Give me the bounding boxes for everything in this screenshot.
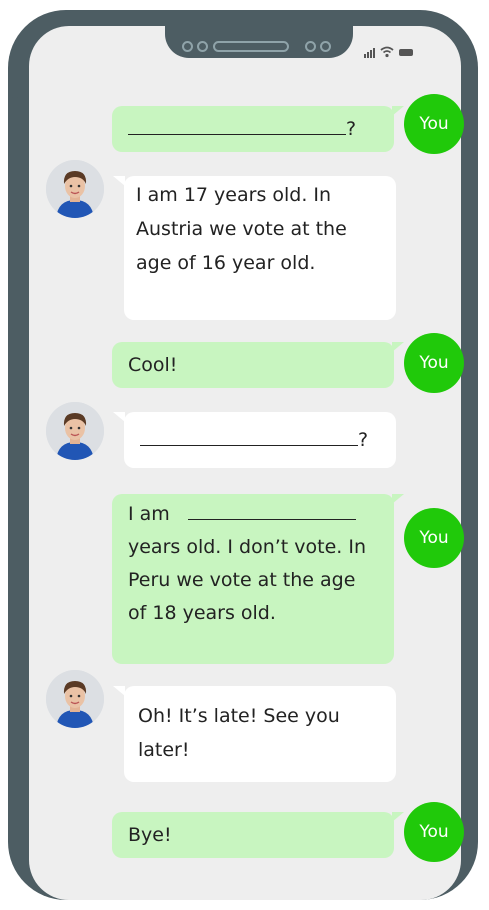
status-bar xyxy=(364,44,413,58)
sent-message: ? xyxy=(112,106,394,152)
message-text: I am 17 years old. In Austria we vote at… xyxy=(136,184,347,274)
camera-icon xyxy=(182,41,193,52)
you-avatar: You xyxy=(404,802,464,862)
you-avatar: You xyxy=(404,333,464,393)
phone-notch xyxy=(165,18,353,58)
phone-side-button xyxy=(12,170,18,240)
sensor-icon xyxy=(320,41,331,52)
message-start: I am xyxy=(128,503,170,525)
speaker-grille xyxy=(213,41,289,52)
you-avatar: You xyxy=(404,94,464,154)
sent-message: Bye! xyxy=(112,812,394,858)
sent-message: Cool! xyxy=(112,342,394,388)
phone-side-button xyxy=(12,260,18,330)
phone-side-button xyxy=(12,96,18,132)
camera-icon xyxy=(197,41,208,52)
received-message: I am 17 years old. In Austria we vote at… xyxy=(124,176,396,320)
signal-icon xyxy=(364,46,375,58)
received-message: ? xyxy=(124,412,396,468)
message-text: Bye! xyxy=(128,824,172,846)
you-label: You xyxy=(419,822,449,842)
you-label: You xyxy=(419,353,449,373)
message-text: Oh! It’s late! See you later! xyxy=(138,705,340,761)
avatar xyxy=(46,160,104,218)
you-label: You xyxy=(419,528,449,548)
sent-message: I am years old. I don’t vote. In Peru we… xyxy=(112,494,394,664)
boy-avatar-icon xyxy=(46,670,104,728)
boy-avatar-icon xyxy=(46,402,104,460)
message-text: Cool! xyxy=(128,354,178,376)
received-message: Oh! It’s late! See you later! xyxy=(124,686,396,782)
message-end: ? xyxy=(346,118,357,140)
wifi-icon xyxy=(380,46,394,58)
message-end: ? xyxy=(358,429,369,451)
answer-blank[interactable] xyxy=(140,423,358,446)
battery-icon xyxy=(399,49,413,56)
boy-avatar-icon xyxy=(46,160,104,218)
message-text: years old. I don’t vote. In Peru we vote… xyxy=(128,536,367,624)
you-label: You xyxy=(419,114,449,134)
answer-blank[interactable] xyxy=(187,497,356,520)
sensor-icon xyxy=(305,41,316,52)
avatar xyxy=(46,402,104,460)
answer-blank[interactable] xyxy=(128,112,346,135)
you-avatar: You xyxy=(404,508,464,568)
avatar xyxy=(46,670,104,728)
